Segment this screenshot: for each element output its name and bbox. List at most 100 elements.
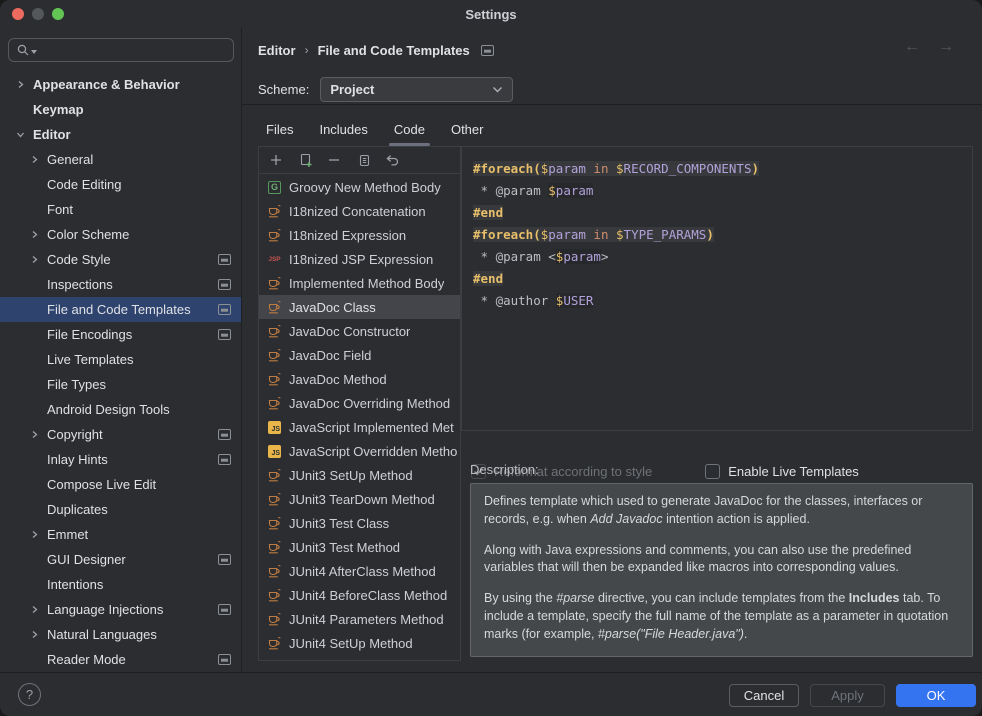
sidebar-item-code-editing[interactable]: Code Editing [0,172,241,197]
code-token: > [601,249,609,264]
sidebar-item-gui-designer[interactable]: GUI Designer [0,547,241,572]
template-item-javadoc-class[interactable]: JavaDoc Class [259,295,460,319]
tab-files[interactable]: Files [253,115,306,143]
template-item-i18nized-concatenation[interactable]: I18nized Concatenation [259,199,460,223]
ok-button[interactable]: OK [896,684,976,707]
title-bar: Settings [0,0,982,28]
sidebar-item-natural-languages[interactable]: Natural Languages [0,622,241,647]
help-button[interactable]: ? [18,683,41,706]
sidebar-item-code-style[interactable]: Code Style [0,247,241,272]
description-paragraph: By using the #parse directive, you can i… [484,590,959,643]
search-input[interactable] [38,43,226,58]
chevron-placeholder [26,352,42,368]
sidebar-item-android-design-tools[interactable]: Android Design Tools [0,397,241,422]
code-token: ) [706,227,714,242]
code-line: #foreach($param in $TYPE_PARAMS) [473,224,972,246]
scheme-select[interactable]: Project [320,77,513,102]
apply-button[interactable]: Apply [810,684,885,707]
sidebar-item-duplicates[interactable]: Duplicates [0,497,241,522]
sidebar-item-file-and-code-templates[interactable]: File and Code Templates [0,297,241,322]
sidebar-item-copyright[interactable]: Copyright [0,422,241,447]
sidebar-item-live-templates[interactable]: Live Templates [0,347,241,372]
chevron-right-icon[interactable] [12,77,28,93]
code-token: #end [473,205,503,220]
template-item-javadoc-method[interactable]: JavaDoc Method [259,367,460,391]
sidebar-item-file-types[interactable]: File Types [0,372,241,397]
template-item-javadoc-constructor[interactable]: JavaDoc Constructor [259,319,460,343]
template-item-i18nized-expression[interactable]: I18nized Expression [259,223,460,247]
sidebar-item-keymap[interactable]: Keymap [0,97,241,122]
add-template-button[interactable] [268,152,284,168]
template-item-i18nized-jsp-expression[interactable]: JSPI18nized JSP Expression [259,247,460,271]
tab-includes[interactable]: Includes [306,115,380,143]
chevron-right-icon[interactable] [26,227,42,243]
code-token: #foreach( [473,227,541,242]
template-item-junit3-setup-method[interactable]: JUnit3 SetUp Method [259,463,460,487]
chevron-placeholder [26,402,42,418]
template-item-junit4-parameters-method[interactable]: JUnit4 Parameters Method [259,607,460,631]
remove-template-button[interactable] [326,152,342,168]
live-templates-checkbox[interactable] [705,464,720,479]
chevron-placeholder [26,552,42,568]
java-class-icon [267,540,282,555]
template-item-junit4-afterclass-method[interactable]: JUnit4 AfterClass Method [259,559,460,583]
chevron-right-icon[interactable] [26,627,42,643]
java-class-icon [267,612,282,627]
template-item-junit3-teardown-method[interactable]: JUnit3 TearDown Method [259,487,460,511]
template-item-junit3-test-method[interactable]: JUnit3 Test Method [259,535,460,559]
sidebar-item-label: Color Scheme [47,227,129,242]
chevron-placeholder [26,577,42,593]
search-box[interactable] [8,38,234,62]
breadcrumb-editor[interactable]: Editor [258,43,296,58]
chevron-right-icon[interactable] [26,527,42,543]
reset-to-default-button[interactable] [384,152,400,168]
template-item-label: JUnit3 TearDown Method [289,492,435,507]
sidebar-item-compose-live-edit[interactable]: Compose Live Edit [0,472,241,497]
create-child-template-button[interactable] [297,152,313,168]
forward-icon[interactable]: → [938,38,954,56]
sidebar-item-font[interactable]: Font [0,197,241,222]
sidebar-item-file-encodings[interactable]: File Encodings [0,322,241,347]
copy-template-button[interactable] [355,152,371,168]
template-item-groovy-new-method-body[interactable]: GGroovy New Method Body [259,175,460,199]
template-item-label: JavaDoc Field [289,348,371,363]
sidebar-item-language-injections[interactable]: Language Injections [0,597,241,622]
template-item-javadoc-field[interactable]: JavaDoc Field [259,343,460,367]
chevron-right-icon[interactable] [26,152,42,168]
tab-other[interactable]: Other [438,115,497,143]
divider [242,104,982,105]
sidebar-item-inlay-hints[interactable]: Inlay Hints [0,447,241,472]
tab-code[interactable]: Code [381,115,438,143]
template-item-javascript-overridden-metho[interactable]: JSJavaScript Overridden Metho [259,439,460,463]
template-item-junit4-setup-method[interactable]: JUnit4 SetUp Method [259,631,460,655]
code-line: * @param $param [473,180,972,202]
chevron-right-icon[interactable] [26,427,42,443]
template-item-implemented-method-body[interactable]: Implemented Method Body [259,271,460,295]
sidebar-item-inspections[interactable]: Inspections [0,272,241,297]
footer-buttons: Cancel Apply OK [729,684,976,707]
sidebar-item-emmet[interactable]: Emmet [0,522,241,547]
code-token: $param [556,249,601,264]
template-code-editor[interactable]: #foreach($param in $RECORD_COMPONENTS) *… [461,146,973,431]
cancel-button[interactable]: Cancel [729,684,799,707]
chevron-down-icon[interactable] [12,127,28,143]
template-item-javascript-implemented-met[interactable]: JSJavaScript Implemented Met [259,415,460,439]
sidebar-item-reader-mode[interactable]: Reader Mode [0,647,241,672]
sidebar-item-color-scheme[interactable]: Color Scheme [0,222,241,247]
back-icon[interactable]: ← [904,38,920,56]
groovy-icon: G [267,180,282,195]
template-item-junit4-beforeclass-method[interactable]: JUnit4 BeforeClass Method [259,583,460,607]
template-item-javadoc-overriding-method[interactable]: JavaDoc Overriding Method [259,391,460,415]
chevron-placeholder [26,177,42,193]
template-item-junit3-test-class[interactable]: JUnit3 Test Class [259,511,460,535]
chevron-placeholder [26,477,42,493]
description-paragraph: Defines template which used to generate … [484,493,959,529]
chevron-right-icon[interactable] [26,252,42,268]
sidebar-item-editor[interactable]: Editor [0,122,241,147]
sidebar-item-intentions[interactable]: Intentions [0,572,241,597]
sidebar-item-appearance-behavior[interactable]: Appearance & Behavior [0,72,241,97]
sidebar-item-general[interactable]: General [0,147,241,172]
monitor-icon [481,45,494,56]
sidebar-item-label: Compose Live Edit [47,477,156,492]
chevron-right-icon[interactable] [26,602,42,618]
